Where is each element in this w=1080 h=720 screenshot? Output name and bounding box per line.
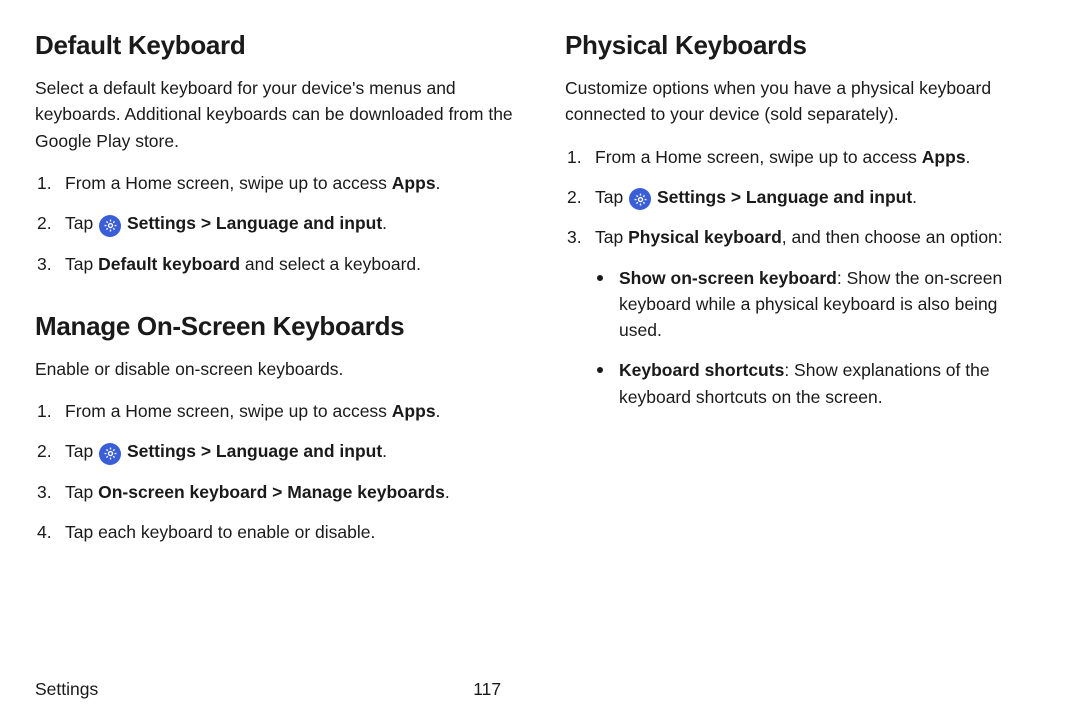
- step-text: From a Home screen, swipe up to access: [65, 401, 392, 421]
- step-item: Tap Settings > Language and input.: [35, 210, 515, 237]
- step-text: Tap each keyboard to enable or disable.: [65, 522, 375, 542]
- heading-manage-onscreen: Manage On-Screen Keyboards: [35, 311, 515, 342]
- section-physical-keyboards: Physical Keyboards Customize options whe…: [565, 30, 1045, 410]
- settings-icon: [99, 215, 121, 237]
- step-post: and select a keyboard.: [240, 254, 421, 274]
- step-bold: Apps: [392, 401, 436, 421]
- step-text: Tap: [595, 187, 628, 207]
- sub-item: Keyboard shortcuts: Show explanations of…: [595, 357, 1045, 410]
- step-item: Tap On-screen keyboard > Manage keyboard…: [35, 479, 515, 505]
- intro-physical-keyboards: Customize options when you have a physic…: [565, 75, 1045, 128]
- step-post: .: [436, 401, 441, 421]
- step-post: .: [445, 482, 450, 502]
- steps-physical-keyboards: From a Home screen, swipe up to access A…: [565, 144, 1045, 410]
- intro-default-keyboard: Select a default keyboard for your devic…: [35, 75, 515, 154]
- step-text: Tap: [65, 441, 98, 461]
- sub-bold: Keyboard shortcuts: [619, 360, 784, 380]
- step-text: Tap: [595, 227, 628, 247]
- step-item: From a Home screen, swipe up to access A…: [35, 170, 515, 196]
- step-text: Tap: [65, 254, 98, 274]
- step-item: From a Home screen, swipe up to access A…: [565, 144, 1045, 170]
- settings-icon: [99, 443, 121, 465]
- step-text: Tap: [65, 482, 98, 502]
- step-item: Tap Settings > Language and input.: [565, 184, 1045, 211]
- step-post: , and then choose an option:: [782, 227, 1003, 247]
- intro-manage-onscreen: Enable or disable on-screen keyboards.: [35, 356, 515, 382]
- sub-bold: Show on-screen keyboard: [619, 268, 837, 288]
- settings-icon: [629, 188, 651, 210]
- step-text: From a Home screen, swipe up to access: [595, 147, 922, 167]
- step-post: .: [382, 441, 387, 461]
- step-item: Tap Settings > Language and input.: [35, 438, 515, 465]
- step-bold: Default keyboard: [98, 254, 240, 274]
- steps-manage-onscreen: From a Home screen, swipe up to access A…: [35, 398, 515, 545]
- step-item: From a Home screen, swipe up to access A…: [35, 398, 515, 424]
- step-bold: Apps: [392, 173, 436, 193]
- heading-physical-keyboards: Physical Keyboards: [565, 30, 1045, 61]
- step-bold: Settings > Language and input: [122, 213, 382, 233]
- steps-default-keyboard: From a Home screen, swipe up to access A…: [35, 170, 515, 277]
- sub-item: Show on-screen keyboard: Show the on-scr…: [595, 265, 1045, 344]
- step-post: .: [912, 187, 917, 207]
- step-item: Tap Physical keyboard, and then choose a…: [565, 224, 1045, 410]
- heading-default-keyboard: Default Keyboard: [35, 30, 515, 61]
- footer-section-label: Settings: [35, 679, 98, 700]
- step-post: .: [382, 213, 387, 233]
- footer-page-number: 117: [473, 679, 501, 700]
- section-manage-onscreen: Manage On-Screen Keyboards Enable or dis…: [35, 311, 515, 546]
- section-default-keyboard: Default Keyboard Select a default keyboa…: [35, 30, 515, 277]
- sub-options: Show on-screen keyboard: Show the on-scr…: [595, 265, 1045, 410]
- step-text: From a Home screen, swipe up to access: [65, 173, 392, 193]
- left-column: Default Keyboard Select a default keyboa…: [35, 30, 515, 673]
- page-footer: Settings 117: [35, 673, 1045, 700]
- step-item: Tap Default keyboard and select a keyboa…: [35, 251, 515, 277]
- page-content: Default Keyboard Select a default keyboa…: [35, 30, 1045, 673]
- step-bold: Settings > Language and input: [652, 187, 912, 207]
- step-bold: Apps: [922, 147, 966, 167]
- step-bold: Physical keyboard: [628, 227, 782, 247]
- step-post: .: [436, 173, 441, 193]
- step-bold: On-screen keyboard > Manage keyboards: [98, 482, 445, 502]
- step-bold: Settings > Language and input: [122, 441, 382, 461]
- step-text: Tap: [65, 213, 98, 233]
- right-column: Physical Keyboards Customize options whe…: [565, 30, 1045, 673]
- step-post: .: [966, 147, 971, 167]
- step-item: Tap each keyboard to enable or disable.: [35, 519, 515, 545]
